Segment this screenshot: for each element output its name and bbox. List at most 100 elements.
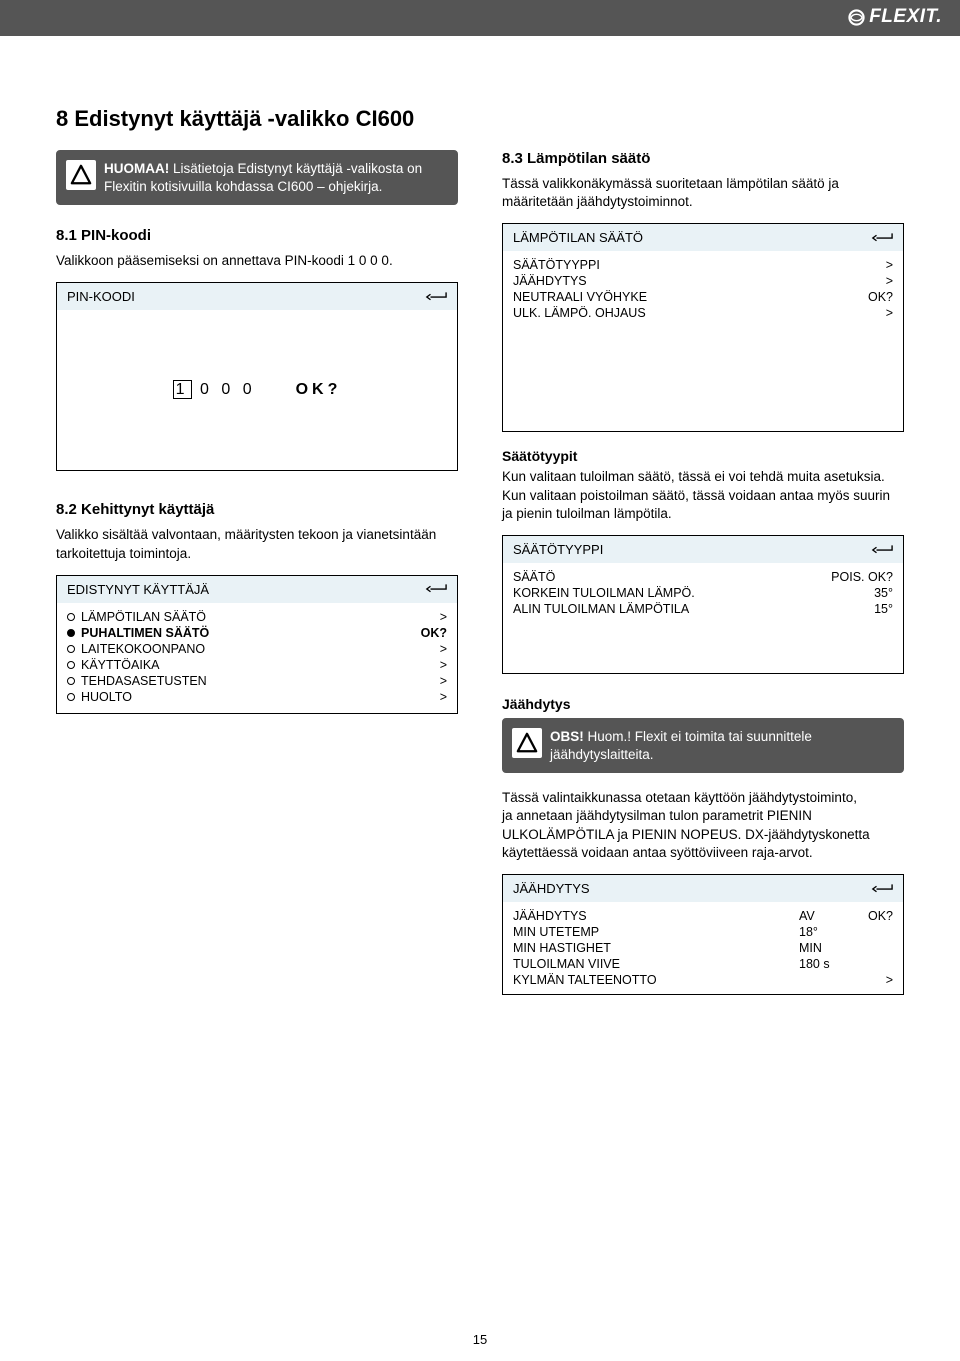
notice-obs: OBS! Huom.! Flexit ei toimita tai suunni… — [502, 718, 904, 773]
left-column: HUOMAA! Lisätietoja Edistynyt käyttäjä -… — [56, 150, 458, 995]
pin-entry: 1 0 0 0 OK? — [173, 381, 342, 399]
menu-row-value: > — [886, 258, 893, 272]
menu-row-label: TULOILMAN VIIVE — [513, 957, 799, 971]
menu-row-value: > — [440, 674, 447, 688]
menu-row-value: > — [440, 658, 447, 672]
menu-row-value-1: AV — [799, 909, 847, 923]
return-icon — [871, 232, 893, 244]
menu-row: ULK. LÄMPÖ. OHJAUS> — [513, 305, 893, 321]
screen-saatotyyppi: SÄÄTÖTYYPPI SÄÄTÖPOIS. OK?KORKEIN TULOIL… — [502, 535, 904, 674]
heading-8-3: 8.3 Lämpötilan säätö — [502, 150, 904, 167]
menu-row-label: SÄÄTÖTYYPPI — [513, 258, 600, 272]
menu-row-value-1 — [799, 973, 847, 987]
menu-row-label: NEUTRAALI VYÖHYKE — [513, 290, 647, 304]
return-icon — [871, 544, 893, 556]
bullet-empty-icon — [67, 645, 75, 653]
menu-row-text: KÄYTTÖAIKA — [81, 658, 160, 672]
menu-row-label: TEHDASASETUSTEN — [67, 674, 207, 688]
menu-row-text: LAITEKOKOONPANO — [81, 642, 205, 656]
screen-pin-title-row: PIN-KOODI — [57, 283, 457, 310]
heading-8-2: 8.2 Kehittynyt käyttäjä — [56, 501, 458, 518]
menu-row-label: JÄÄHDYTYS — [513, 909, 799, 923]
right-column: 8.3 Lämpötilan säätö Tässä valikkonäkymä… — [502, 150, 904, 995]
menu-row-label: MIN HASTIGHET — [513, 941, 799, 955]
menu-row-text: LÄMPÖTILAN SÄÄTÖ — [81, 610, 206, 624]
menu-row-label: LAITEKOKOONPANO — [67, 642, 205, 656]
pin-digits: 1 0 0 0 — [173, 381, 256, 399]
menu-row-value: POIS. OK? — [831, 570, 893, 584]
menu-row-label: KYLMÄN TALTEENOTTO — [513, 973, 799, 987]
notice-huomaa-strong: HUOMAA! — [104, 161, 169, 176]
screen-jaahdytys-title-row: JÄÄHDYTYS — [503, 875, 903, 902]
menu-row-value-2 — [847, 925, 893, 939]
menu-row: KORKEIN TULOILMAN LÄMPÖ.35° — [513, 585, 893, 601]
pin-digit-1: 1 — [173, 380, 192, 399]
para-saatotyypit: Kun valitaan tuloilman säätö, tässä ei v… — [502, 468, 904, 523]
warning-icon — [512, 728, 542, 758]
bullet-empty-icon — [67, 613, 75, 621]
menu-row-value: > — [440, 642, 447, 656]
menu-row: HUOLTO> — [67, 689, 447, 705]
return-icon — [425, 291, 447, 303]
menu-row-label: MIN UTETEMP — [513, 925, 799, 939]
bullet-empty-icon — [67, 693, 75, 701]
menu-row: JÄÄHDYTYS > — [513, 273, 893, 289]
header-bar: FLEXIT. — [0, 0, 960, 36]
return-icon — [871, 883, 893, 895]
menu-row-value-2: > — [847, 973, 893, 987]
menu-row: SÄÄTÖ POIS. OK? — [513, 569, 893, 585]
screen-temp-control-body: SÄÄTÖTYYPPI > JÄÄHDYTYS > NEUTRAALI VYÖHYKE O… — [503, 251, 903, 431]
pin-digit-2: 0 — [200, 381, 213, 398]
menu-row-label: ULK. LÄMPÖ. OHJAUS — [513, 306, 646, 320]
screen-jaahdytys: JÄÄHDYTYS JÄÄHDYTYSAVOK?MIN UTETEMP18°MI… — [502, 874, 904, 995]
menu-row-label: KORKEIN TULOILMAN LÄMPÖ. — [513, 586, 695, 600]
page-title: 8 Edistynyt käyttäjä -valikko CI600 — [56, 106, 904, 132]
bullet-empty-icon — [67, 677, 75, 685]
menu-row-label: KÄYTTÖAIKA — [67, 658, 160, 672]
screen-advanced-user: EDISTYNYT KÄYTTÄJÄ LÄMPÖTILAN SÄÄTÖ>PUHA… — [56, 575, 458, 714]
para-8-2: Valikko sisältää valvontaan, määritysten… — [56, 526, 458, 562]
brand-text: FLEXIT. — [869, 6, 942, 28]
screen-saatotyyppi-title-row: SÄÄTÖTYYPPI — [503, 536, 903, 563]
menu-row-label: HUOLTO — [67, 690, 132, 704]
screen-saatotyyppi-title: SÄÄTÖTYYPPI — [513, 542, 603, 557]
bullet-filled-icon — [67, 629, 75, 637]
screen-jaahdytys-body: JÄÄHDYTYSAVOK?MIN UTETEMP18°MIN HASTIGHE… — [503, 902, 903, 994]
return-icon — [425, 583, 447, 595]
menu-row: LÄMPÖTILAN SÄÄTÖ> — [67, 609, 447, 625]
menu-row: KÄYTTÖAIKA > — [67, 657, 447, 673]
menu-row: KYLMÄN TALTEENOTTO > — [513, 972, 893, 988]
menu-row-label: JÄÄHDYTYS — [513, 274, 587, 288]
screen-temp-control: LÄMPÖTILAN SÄÄTÖ SÄÄTÖTYYPPI>JÄÄHDYTYS>N… — [502, 223, 904, 432]
pin-digit-4: 0 — [243, 381, 256, 398]
menu-row: ALIN TULOILMAN LÄMPÖTILA15° — [513, 601, 893, 617]
menu-row-text: PUHALTIMEN SÄÄTÖ — [81, 626, 209, 640]
menu-row: JÄÄHDYTYSAVOK? — [513, 908, 893, 924]
para-8-3: Tässä valikkonäkymässä suoritetaan lämpö… — [502, 175, 904, 211]
menu-row-value-1: 18° — [799, 925, 847, 939]
menu-row-value: > — [886, 274, 893, 288]
menu-row-value: OK? — [868, 290, 893, 304]
menu-row: NEUTRAALI VYÖHYKE OK? — [513, 289, 893, 305]
menu-row: PUHALTIMEN SÄÄTÖ OK? — [67, 625, 447, 641]
notice-huomaa-text: HUOMAA! Lisätietoja Edistynyt käyttäjä -… — [104, 160, 448, 195]
menu-row-value-2: OK? — [847, 909, 893, 923]
screen-jaahdytys-title: JÄÄHDYTYS — [513, 881, 590, 896]
menu-row-value-2 — [847, 957, 893, 971]
menu-row-value-2 — [847, 941, 893, 955]
screen-advanced-user-title-row: EDISTYNYT KÄYTTÄJÄ — [57, 576, 457, 603]
brand-icon — [848, 9, 865, 26]
subheading-saatotyypit: Säätötyypit — [502, 448, 904, 464]
menu-row-label: LÄMPÖTILAN SÄÄTÖ — [67, 610, 206, 624]
notice-obs-text: OBS! Huom.! Flexit ei toimita tai suunni… — [550, 728, 894, 763]
menu-row-value: 15° — [874, 602, 893, 616]
screen-pin-title: PIN-KOODI — [67, 289, 135, 304]
bullet-empty-icon — [67, 661, 75, 669]
menu-row-label: SÄÄTÖ — [513, 570, 555, 584]
warning-icon — [66, 160, 96, 190]
notice-obs-body: Huom.! Flexit ei toimita tai suunnittele… — [550, 729, 812, 762]
menu-row-value: OK? — [421, 626, 447, 640]
subheading-jaahdytys: Jäähdytys — [502, 696, 904, 712]
menu-row: MIN UTETEMP18° — [513, 924, 893, 940]
screen-pin-body: 1 0 0 0 OK? — [57, 310, 457, 470]
